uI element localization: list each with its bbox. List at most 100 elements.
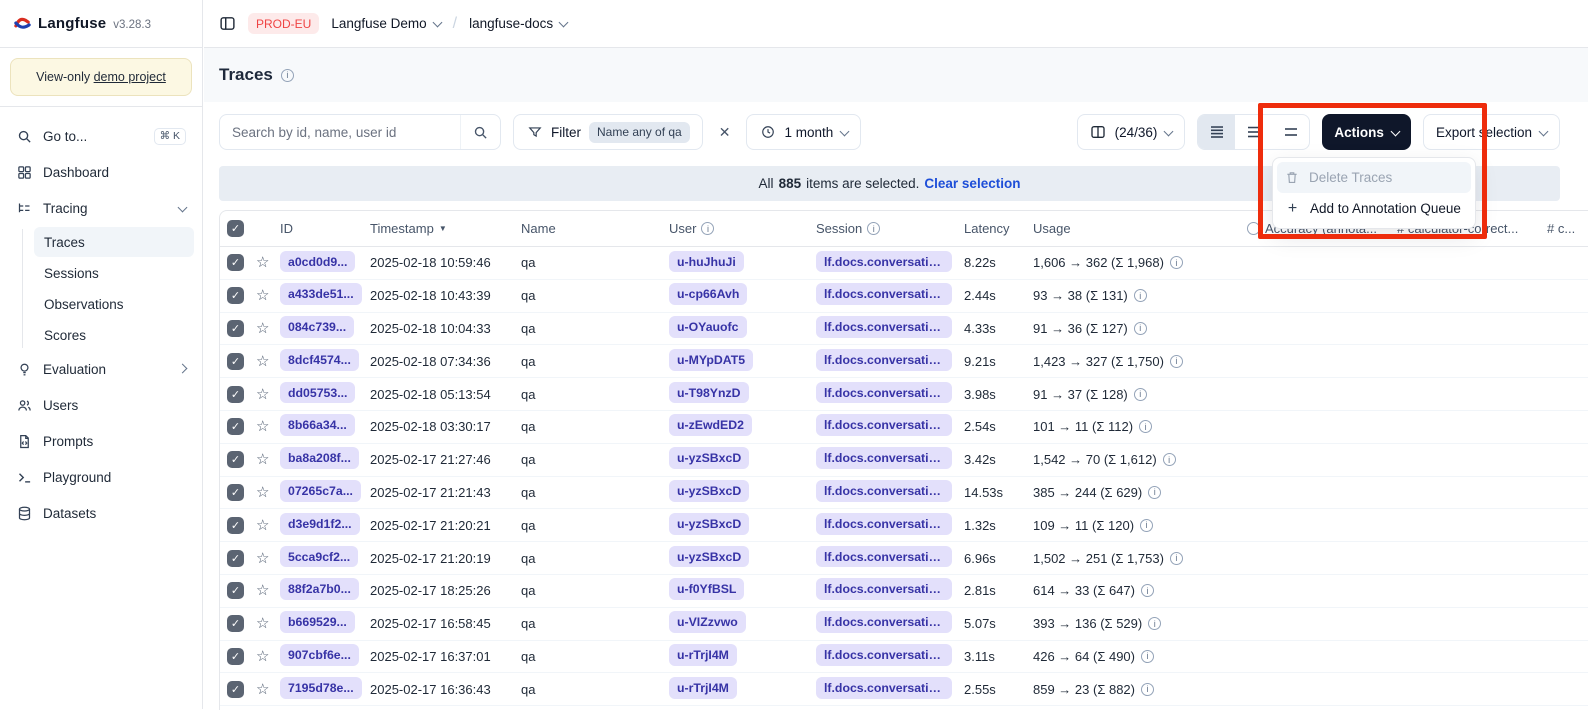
table-row[interactable]: ✓ ☆ 7195d78e... 2025-02-17 16:36:43 qa u…: [220, 673, 1588, 706]
menu-item-delete-traces[interactable]: Delete Traces: [1277, 162, 1471, 193]
clear-selection-link[interactable]: Clear selection: [924, 176, 1020, 191]
trace-user-pill[interactable]: u-OYauofc: [669, 316, 747, 338]
table-row[interactable]: ✓ ☆ 084c739... 2025-02-18 10:04:33 qa u-…: [220, 313, 1588, 346]
table-row[interactable]: ✓ ☆ 07265c7a... 2025-02-17 21:21:43 qa u…: [220, 477, 1588, 510]
project-selector[interactable]: langfuse-docs: [469, 16, 567, 31]
trace-id-pill[interactable]: 88f2a7b0...: [280, 578, 359, 600]
row-checkbox[interactable]: ✓: [227, 484, 244, 501]
table-row[interactable]: ✓ ☆ 8b66a34... 2025-02-18 03:30:17 qa u-…: [220, 411, 1588, 444]
table-row[interactable]: ✓ ☆ d3e9d1f2... 2025-02-17 21:20:21 qa u…: [220, 509, 1588, 542]
row-checkbox[interactable]: ✓: [227, 451, 244, 468]
table-row[interactable]: ✓ ☆ 88f2a7b0... 2025-02-17 18:25:26 qa u…: [220, 575, 1588, 608]
row-checkbox[interactable]: ✓: [227, 582, 244, 599]
row-checkbox[interactable]: ✓: [227, 648, 244, 665]
trace-session-pill[interactable]: lf.docs.conversation...: [816, 283, 952, 305]
star-icon[interactable]: ☆: [256, 387, 280, 402]
row-checkbox[interactable]: ✓: [227, 287, 244, 304]
star-icon[interactable]: ☆: [256, 485, 280, 500]
trace-id-pill[interactable]: 8dcf4574...: [280, 349, 359, 371]
row-checkbox[interactable]: ✓: [227, 550, 244, 567]
row-checkbox[interactable]: ✓: [227, 517, 244, 534]
trace-session-pill[interactable]: lf.docs.conversation...: [816, 513, 952, 535]
trace-id-pill[interactable]: dd05753...: [280, 382, 355, 404]
trace-user-pill[interactable]: u-T98YnzD: [669, 382, 749, 404]
trace-session-pill[interactable]: lf.docs.conversation...: [816, 316, 952, 338]
trace-session-pill[interactable]: lf.docs.conversation...: [816, 677, 952, 699]
row-height-large-button[interactable]: [1272, 115, 1309, 149]
trace-id-pill[interactable]: 8b66a34...: [280, 414, 355, 436]
star-icon[interactable]: ☆: [256, 649, 280, 664]
trace-id-pill[interactable]: d3e9d1f2...: [280, 513, 360, 535]
search-icon[interactable]: [460, 115, 500, 149]
export-selection-button[interactable]: Export selection: [1423, 114, 1560, 150]
column-header-timestamp[interactable]: Timestamp▼: [370, 221, 521, 236]
star-icon[interactable]: ☆: [256, 583, 280, 598]
trace-session-pill[interactable]: lf.docs.conversation...: [816, 578, 952, 600]
table-row[interactable]: ✓ ☆ b669529... 2025-02-17 16:58:45 qa u-…: [220, 608, 1588, 641]
table-row[interactable]: ✓ ☆ ba8a208f... 2025-02-17 21:27:46 qa u…: [220, 444, 1588, 477]
sidebar-item-datasets[interactable]: Datasets: [8, 496, 194, 530]
column-visibility-button[interactable]: (24/36): [1077, 114, 1186, 150]
trace-id-pill[interactable]: ba8a208f...: [280, 447, 359, 469]
demo-project-link[interactable]: demo project: [94, 70, 166, 84]
row-checkbox[interactable]: ✓: [227, 681, 244, 698]
menu-item-add-to-annotation-queue[interactable]: + Add to Annotation Queue: [1277, 193, 1471, 224]
column-header-session[interactable]: Sessioni: [816, 221, 964, 236]
trace-session-pill[interactable]: lf.docs.conversation...: [816, 349, 952, 371]
sidebar-item-traces[interactable]: Traces: [34, 227, 194, 257]
star-icon[interactable]: ☆: [256, 288, 280, 303]
trace-session-pill[interactable]: lf.docs.conversation...: [816, 611, 952, 633]
trace-session-pill[interactable]: lf.docs.conversation...: [816, 447, 952, 469]
star-icon[interactable]: ☆: [256, 616, 280, 631]
column-header-id[interactable]: ID: [280, 221, 370, 236]
column-header-score-more[interactable]: # c...: [1547, 221, 1588, 236]
sidebar-item-tracing[interactable]: Tracing: [8, 191, 194, 225]
trace-user-pill[interactable]: u-f0YfBSL: [669, 578, 744, 600]
trace-user-pill[interactable]: u-yzSBxcD: [669, 513, 749, 535]
trace-id-pill[interactable]: a433de51...: [280, 283, 362, 305]
trace-session-pill[interactable]: lf.docs.conversation...: [816, 414, 952, 436]
time-range-selector[interactable]: 1 month: [746, 114, 861, 150]
trace-session-pill[interactable]: lf.docs.conversation...: [816, 546, 952, 568]
table-row[interactable]: ✓ ☆ 8dcf4574... 2025-02-18 07:34:36 qa u…: [220, 345, 1588, 378]
trace-user-pill[interactable]: u-yzSBxcD: [669, 447, 749, 469]
filter-button[interactable]: Filter Name any of qa: [513, 114, 703, 150]
table-row[interactable]: ✓ ☆ a433de51... 2025-02-18 10:43:39 qa u…: [220, 280, 1588, 313]
sidebar-toggle-icon[interactable]: [219, 15, 236, 32]
column-header-usage[interactable]: Usage: [1033, 221, 1247, 236]
sidebar-item-prompts[interactable]: Prompts: [8, 424, 194, 458]
sidebar-item-observations[interactable]: Observations: [34, 289, 194, 319]
trace-id-pill[interactable]: 7195d78e...: [280, 677, 362, 699]
trace-user-pill[interactable]: u-yzSBxcD: [669, 480, 749, 502]
trace-id-pill[interactable]: 07265c7a...: [280, 480, 361, 502]
trace-user-pill[interactable]: u-rTrjI4M: [669, 677, 737, 699]
trace-user-pill[interactable]: u-yzSBxcD: [669, 546, 749, 568]
star-icon[interactable]: ☆: [256, 321, 280, 336]
sidebar-item-playground[interactable]: Playground: [8, 460, 194, 494]
row-checkbox[interactable]: ✓: [227, 386, 244, 403]
goto-button[interactable]: Go to... ⌘ K: [8, 119, 194, 153]
clear-filter-button[interactable]: ✕: [715, 124, 735, 141]
trace-session-pill[interactable]: lf.docs.conversation...: [816, 251, 952, 273]
row-checkbox[interactable]: ✓: [227, 353, 244, 370]
row-checkbox[interactable]: ✓: [227, 320, 244, 337]
row-checkbox[interactable]: ✓: [227, 615, 244, 632]
actions-button[interactable]: Actions: [1322, 114, 1411, 150]
trace-session-pill[interactable]: lf.docs.conversation...: [816, 644, 952, 666]
star-icon[interactable]: ☆: [256, 452, 280, 467]
select-all-checkbox[interactable]: ✓: [227, 220, 244, 237]
row-height-medium-button[interactable]: [1235, 115, 1272, 149]
trace-id-pill[interactable]: b669529...: [280, 611, 355, 633]
row-height-small-button[interactable]: [1198, 115, 1235, 149]
star-icon[interactable]: ☆: [256, 682, 280, 697]
trace-id-pill[interactable]: 907cbf6e...: [280, 644, 359, 666]
trace-id-pill[interactable]: 084c739...: [280, 316, 354, 338]
table-row[interactable]: ✓ ☆ dd05753... 2025-02-18 05:13:54 qa u-…: [220, 378, 1588, 411]
trace-user-pill[interactable]: u-huJhuJi: [669, 251, 744, 273]
trace-user-pill[interactable]: u-zEwdED2: [669, 414, 752, 436]
sidebar-item-sessions[interactable]: Sessions: [34, 258, 194, 288]
sidebar-item-evaluation[interactable]: Evaluation: [8, 352, 194, 386]
table-row[interactable]: ✓ ☆ a0cd0d9... 2025-02-18 10:59:46 qa u-…: [220, 247, 1588, 280]
sidebar-item-scores[interactable]: Scores: [34, 320, 194, 350]
star-icon[interactable]: ☆: [256, 518, 280, 533]
